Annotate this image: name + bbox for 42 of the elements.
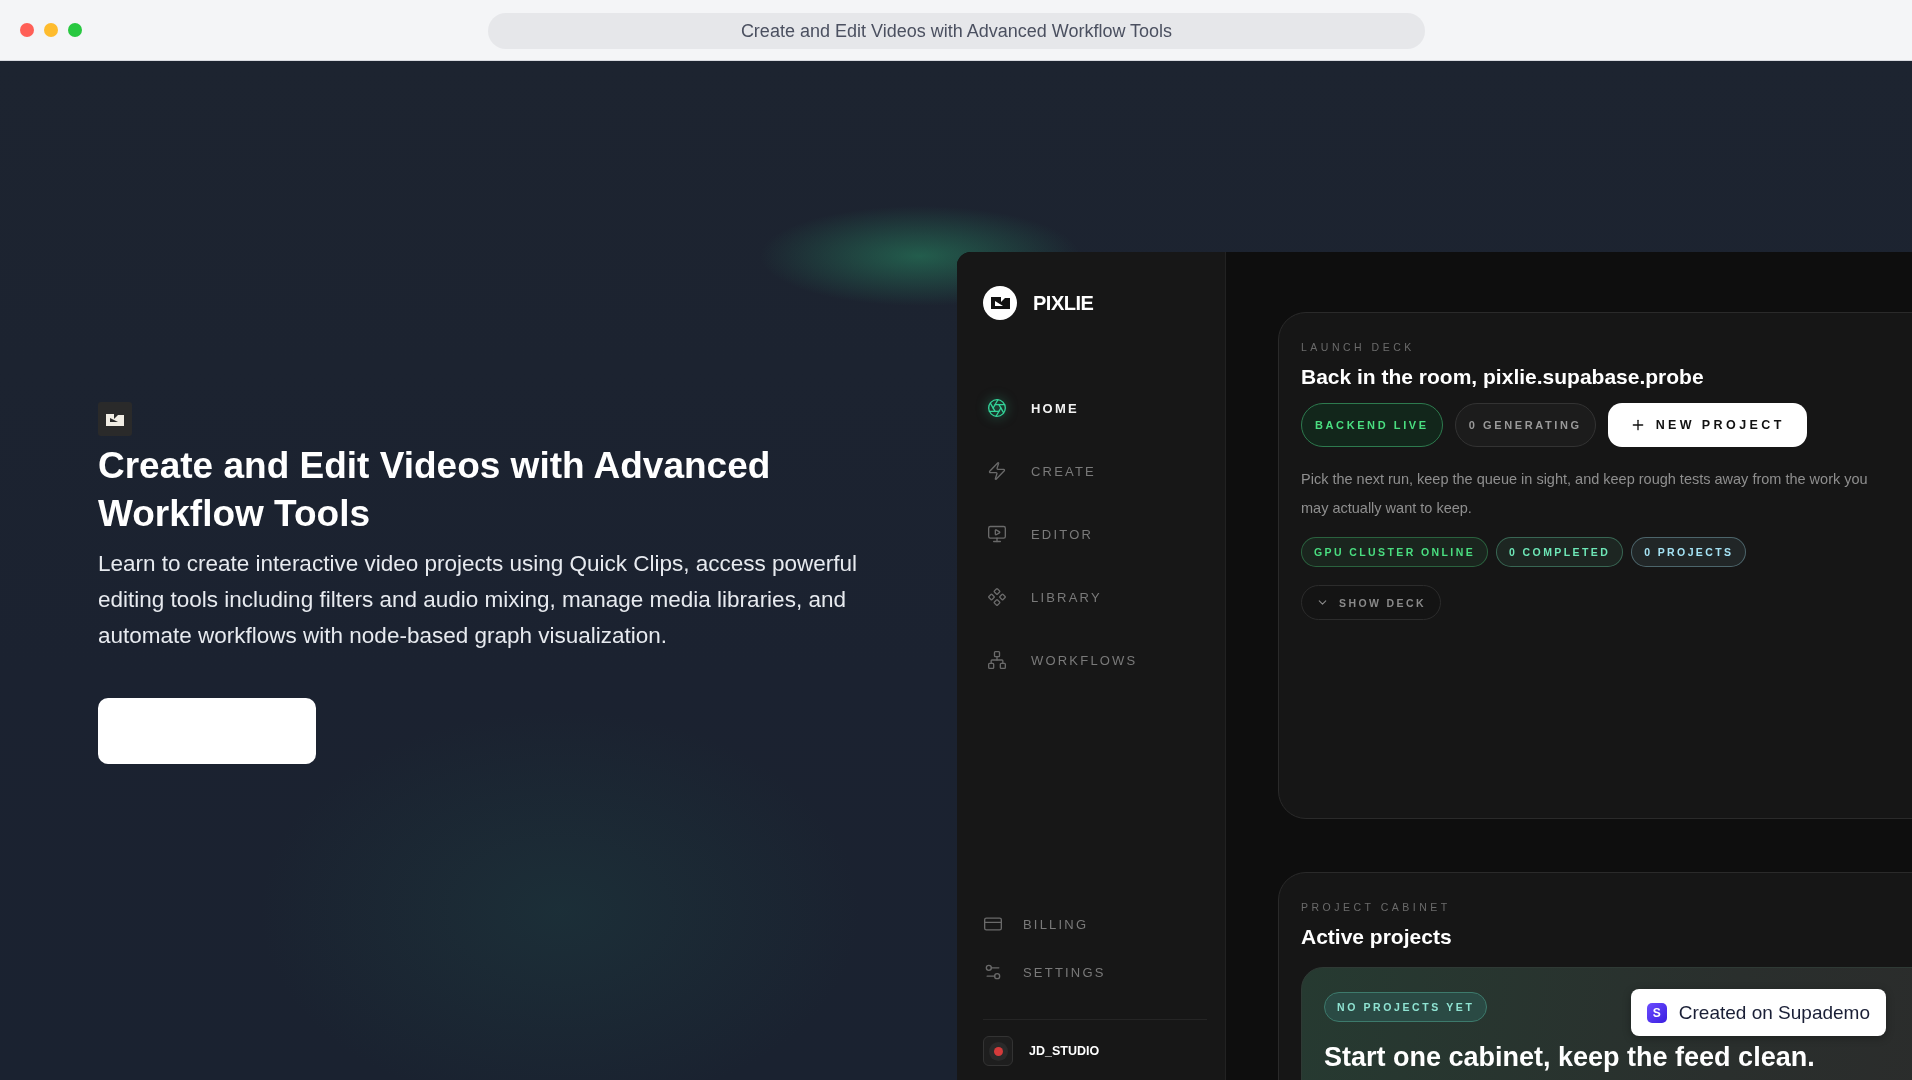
- nav-item[interactable]: HOME: [987, 394, 1207, 422]
- status-pill: BACKEND LIVE: [1301, 403, 1443, 447]
- nav-item[interactable]: LIBRARY: [987, 583, 1207, 611]
- minimize-window-button[interactable]: [44, 23, 58, 37]
- empty-title: Start one cabinet, keep the feed clean.: [1324, 1042, 1815, 1073]
- badge-label: Created on Supademo: [1678, 1001, 1870, 1024]
- user-name: JD_STUDIO: [1029, 1044, 1100, 1058]
- close-window-button[interactable]: [20, 23, 34, 37]
- empty-badge: NO PROJECTS YET: [1324, 992, 1488, 1022]
- status-chip: GPU CLUSTER ONLINE: [1301, 537, 1489, 567]
- nav-item[interactable]: EDITOR: [987, 520, 1207, 548]
- nav-item[interactable]: SETTINGS: [983, 959, 1207, 985]
- section-label: LAUNCH DECK: [1301, 341, 1415, 353]
- section-label: PROJECT CABINET: [1301, 901, 1451, 913]
- intro-heading: Create and Edit Videos with Advanced Workflow Tools: [98, 444, 772, 536]
- window-title: Create and Edit Videos with Advanced Workflow Tools: [488, 13, 1425, 49]
- new-project-button[interactable]: NEW PROJECT: [1607, 403, 1807, 447]
- status-chip: 0 COMPLETED: [1496, 537, 1624, 567]
- nav-item[interactable]: BILLING: [983, 911, 1207, 937]
- brand-name: PIXLIE: [1033, 291, 1094, 315]
- start-button[interactable]: [98, 698, 316, 764]
- maximize-window-button[interactable]: [68, 23, 82, 37]
- settings-icon: [983, 962, 1003, 982]
- status-pill: 0 GENERATING: [1454, 403, 1596, 447]
- thumbnail-icon: [98, 402, 132, 436]
- diamonds-icon: [987, 587, 1007, 607]
- deck-description: Pick the next run, keep the queue in sight, and keep rough tests away from the work you may actually want to keep.: [1301, 470, 1869, 518]
- card-title: Back in the room, pixlie.supabase.probe: [1301, 365, 1704, 389]
- nav-item[interactable]: WORKFLOWS: [987, 646, 1207, 674]
- show-deck-button[interactable]: SHOW DECK: [1301, 585, 1441, 620]
- lightning-icon: [987, 461, 1007, 481]
- intro-text: Learn to create interactive video projects using Quick Clips, access powerful editing tools including filters and audio mixing, manage media libraries, and automate workflows with node-based graph visualization.: [98, 550, 859, 650]
- status-chip: 0 PROJECTS: [1631, 537, 1747, 567]
- network-icon: [987, 650, 1007, 670]
- avatar: [983, 1036, 1013, 1066]
- supademo-logo: S: [1646, 1002, 1667, 1023]
- logo-icon: [983, 286, 1017, 320]
- monitor-icon: [987, 524, 1007, 544]
- supademo-badge[interactable]: S Created on Supademo: [1630, 989, 1886, 1036]
- card-title: Active projects: [1301, 925, 1452, 949]
- nav-item[interactable]: CREATE: [987, 457, 1207, 485]
- aperture-icon: [987, 398, 1007, 418]
